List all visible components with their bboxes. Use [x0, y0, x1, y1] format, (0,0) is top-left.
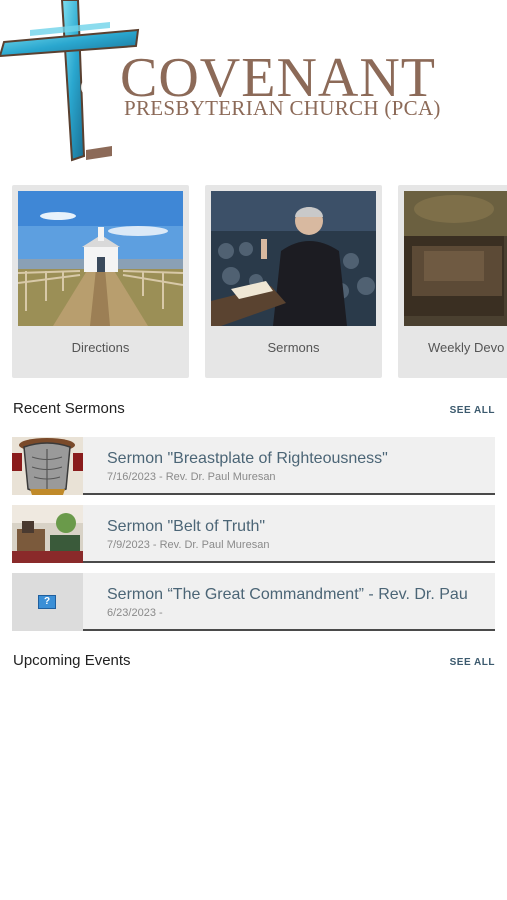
recent-sermons-see-all-link[interactable]: SEE ALL	[450, 405, 495, 416]
church-logo-header: e l o · e R L s COVENANT PRESBYTERIAN CH…	[0, 0, 507, 170]
preacher-photo	[211, 191, 376, 326]
row-divider	[83, 493, 495, 495]
bible-photo	[404, 191, 507, 326]
card-sermons[interactable]: Sermons	[205, 185, 382, 378]
sanctuary-thumbnail	[12, 505, 83, 563]
row-divider	[83, 561, 495, 563]
card-label: Directions	[71, 340, 130, 355]
sermon-list-item[interactable]: Sermon "Belt of Truth" 7/9/2023 - Rev. D…	[12, 505, 495, 563]
missing-image-icon: ?	[38, 595, 56, 609]
breastplate-thumbnail	[12, 437, 83, 495]
sermon-list-item[interactable]: ? Sermon “The Great Commandment” - Rev. …	[12, 573, 495, 631]
row-divider	[83, 629, 495, 631]
sermon-title: Sermon “The Great Commandment” - Rev. Dr…	[107, 586, 468, 603]
church-road-photo	[18, 191, 183, 326]
sermon-title: Sermon "Belt of Truth"	[107, 518, 266, 535]
sermon-meta: 7/9/2023 - Rev. Dr. Paul Muresan	[107, 539, 270, 551]
missing-image-thumbnail: ?	[12, 573, 83, 631]
card-weekly-devo[interactable]: Weekly Devo	[398, 185, 507, 378]
sermon-meta: 6/23/2023 -	[107, 607, 163, 619]
upcoming-events-see-all-link[interactable]: SEE ALL	[450, 657, 495, 668]
sermon-title: Sermon "Breastplate of Righteousness"	[107, 450, 388, 467]
sermon-list-item[interactable]: Sermon "Breastplate of Righteousness" 7/…	[12, 437, 495, 495]
feature-cards-row[interactable]: Directions Sermons Weekly Devo	[12, 185, 507, 380]
upcoming-events-heading: Upcoming Events	[13, 652, 131, 669]
logo-subtitle: PRESBYTERIAN CHURCH (PCA)	[124, 96, 441, 120]
card-directions[interactable]: Directions	[12, 185, 189, 378]
recent-sermons-heading: Recent Sermons	[13, 400, 125, 417]
card-label: Weekly Devo	[428, 340, 505, 355]
card-label: Sermons	[267, 340, 320, 355]
sermon-meta: 7/16/2023 - Rev. Dr. Paul Muresan	[107, 471, 276, 483]
